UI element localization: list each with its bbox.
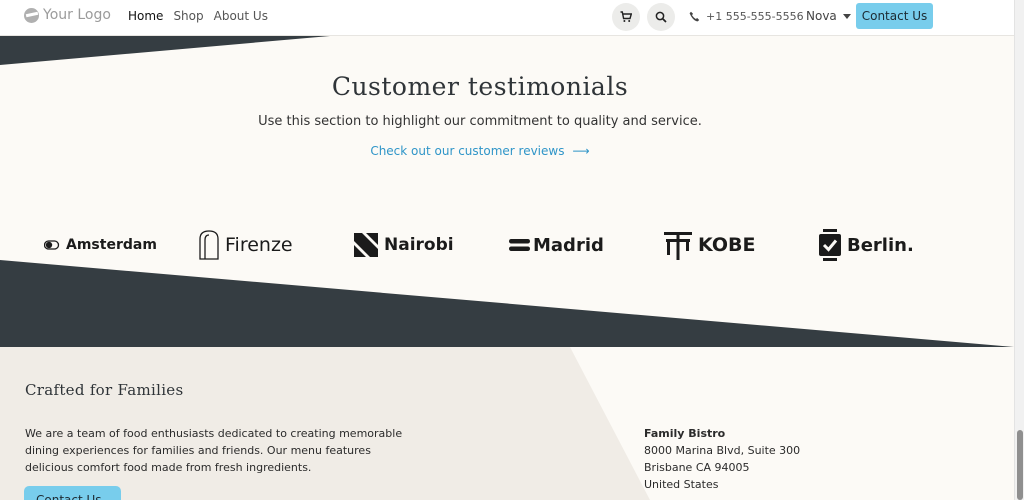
main-nav: Home Shop About Us xyxy=(128,9,268,23)
address-line-2: Brisbane CA 94005 xyxy=(644,461,750,474)
brand-logo-nairobi: Nairobi xyxy=(354,228,454,262)
site-logo[interactable]: Your Logo xyxy=(24,7,111,23)
kobe-icon xyxy=(664,232,692,260)
nav-home[interactable]: Home xyxy=(128,9,163,23)
language-label: Nova xyxy=(806,9,837,23)
berlin-icon xyxy=(819,229,841,261)
section-subtitle: Use this section to highlight our commit… xyxy=(258,114,702,129)
logo-icon xyxy=(24,7,39,23)
customer-reviews-link[interactable]: Check out our customer reviews ⟶ xyxy=(0,144,960,158)
amsterdam-icon xyxy=(44,240,60,250)
reviews-link-label: Check out our customer reviews xyxy=(370,144,565,158)
nav-about-us[interactable]: About Us xyxy=(214,9,268,23)
phone-icon xyxy=(689,11,700,22)
nav-shop[interactable]: Shop xyxy=(173,9,203,23)
scrollbar-thumb[interactable] xyxy=(1017,430,1023,500)
brand-logo-amsterdam: Amsterdam xyxy=(44,228,157,262)
brand-label: KOBE xyxy=(698,234,756,256)
brand-label: Madrid xyxy=(533,234,604,256)
footer-contact-button[interactable]: Contact Us xyxy=(24,486,121,500)
phone-number: +1 555-555-5556 xyxy=(706,10,804,23)
brand-label: Nairobi xyxy=(384,235,454,255)
search-icon xyxy=(655,11,667,23)
search-button[interactable] xyxy=(647,3,675,31)
brand-logo-berlin: Berlin. xyxy=(819,228,914,262)
address-line-3: United States xyxy=(644,478,719,491)
cart-icon xyxy=(620,11,632,22)
brand-logo-madrid: Madrid xyxy=(509,228,604,262)
language-selector[interactable]: Nova xyxy=(806,9,851,23)
footer-title: Crafted for Families xyxy=(25,381,184,399)
brand-label: Berlin. xyxy=(847,234,914,256)
footer-beige-shape xyxy=(0,347,650,500)
top-navbar: Your Logo Home Shop About Us +1 555-555-… xyxy=(0,0,1014,36)
brand-label: Amsterdam xyxy=(66,237,157,253)
address-block: Family Bistro 8000 Marina Blvd, Suite 30… xyxy=(644,425,800,493)
vertical-scrollbar[interactable] xyxy=(1014,0,1024,500)
brand-label: Firenze xyxy=(225,234,293,256)
footer-description: We are a team of food enthusiasts dedica… xyxy=(25,427,403,474)
cart-button[interactable] xyxy=(612,3,640,31)
phone-link[interactable]: +1 555-555-5556 xyxy=(689,10,804,23)
chevron-down-icon xyxy=(842,13,851,19)
business-name: Family Bistro xyxy=(644,427,726,440)
contact-us-button[interactable]: Contact Us xyxy=(856,3,933,29)
madrid-icon xyxy=(509,239,530,251)
firenze-icon xyxy=(199,230,219,260)
brand-logo-kobe: KOBE xyxy=(664,228,755,262)
section-title: Customer testimonials xyxy=(331,72,629,101)
logo-text: Your Logo xyxy=(43,7,111,23)
arrow-right-icon: ⟶ xyxy=(572,144,590,158)
nairobi-icon xyxy=(354,233,378,257)
dark-band-shape xyxy=(0,260,1014,347)
address-line-1: 8000 Marina Blvd, Suite 300 xyxy=(644,444,801,457)
top-dark-wedge xyxy=(0,36,330,65)
brand-logo-firenze: Firenze xyxy=(199,228,293,262)
